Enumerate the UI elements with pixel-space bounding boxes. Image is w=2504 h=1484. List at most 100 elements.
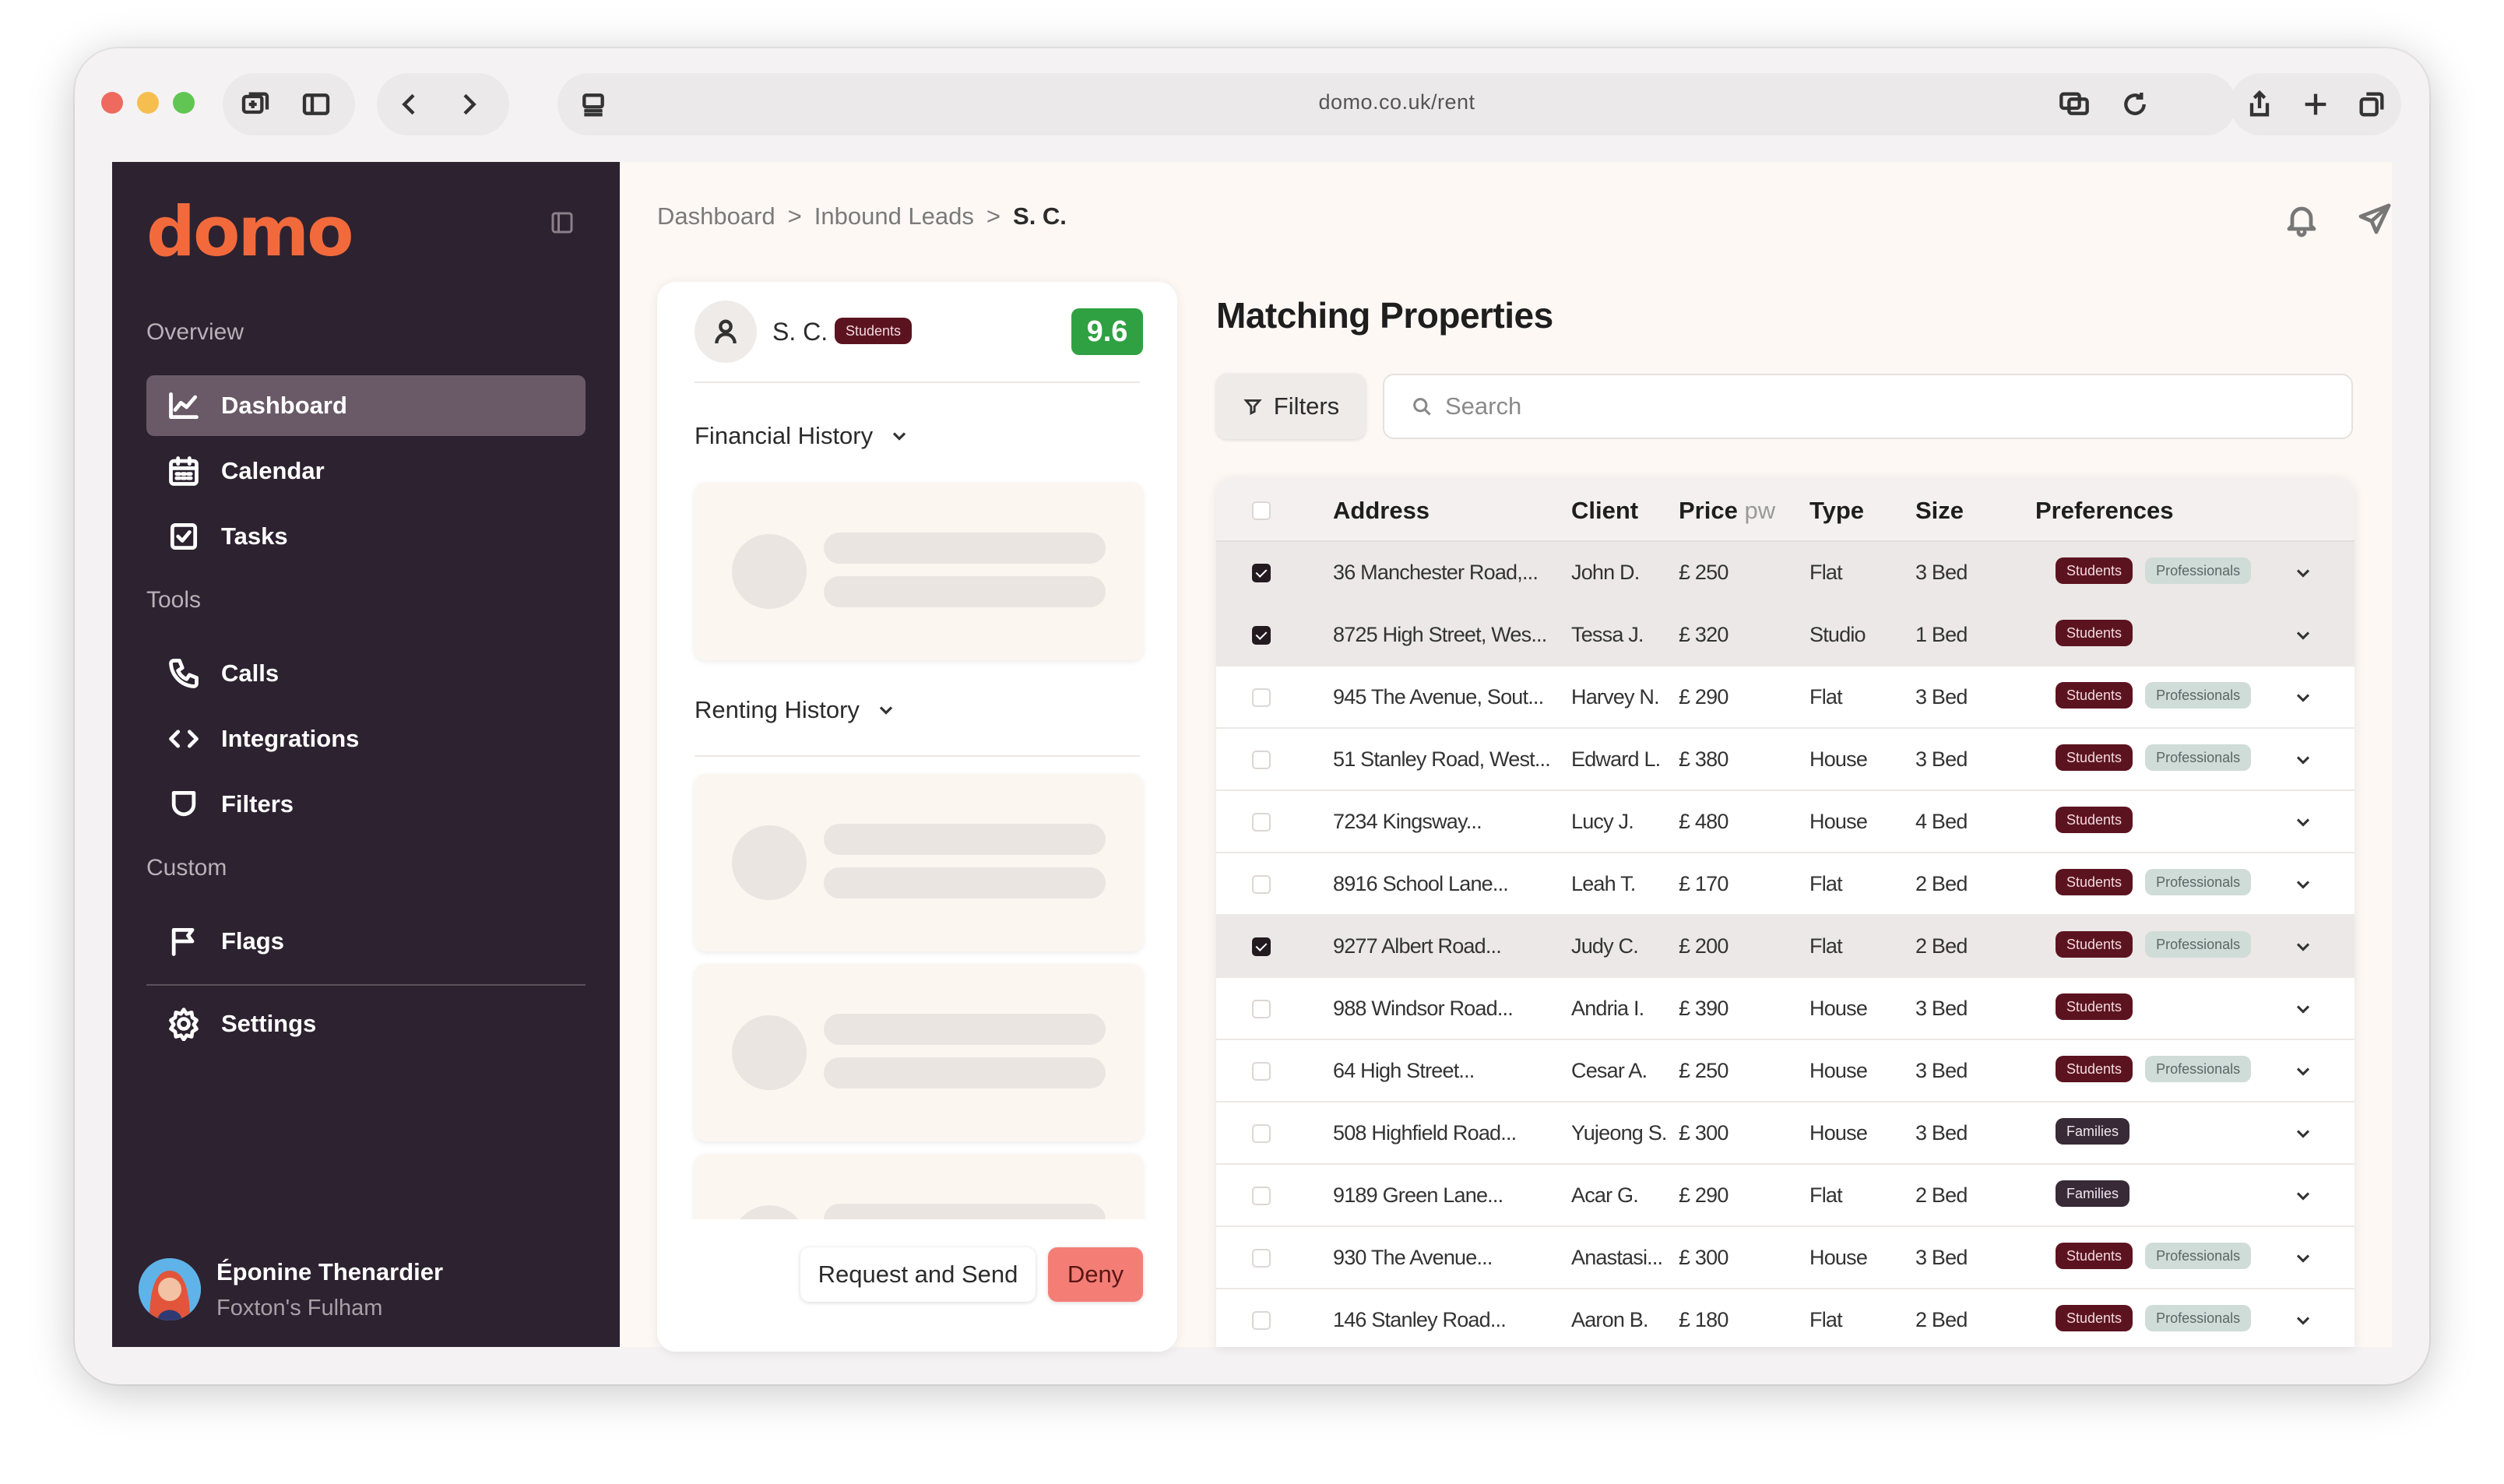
bell-icon[interactable]: [2283, 201, 2320, 238]
chevron-down-icon[interactable]: [2292, 811, 2314, 833]
table-row[interactable]: 9277 Albert Road... Judy C. £ 200 Flat 2 Bed…: [1216, 916, 2355, 978]
table-row[interactable]: 508 Highfield Road... Yujeong S. £ 300 Hous…: [1216, 1102, 2355, 1165]
reload-icon[interactable]: [2110, 79, 2160, 129]
select-all-checkbox[interactable]: [1252, 501, 1271, 520]
chevron-down-icon[interactable]: [2292, 562, 2314, 584]
table-row[interactable]: 8916 School Lane... Leah T. £ 170 Flat 2 Bed…: [1216, 853, 2355, 916]
app: domo Overview Dashboard Calendar Tasks T…: [112, 162, 2393, 1352]
sidebar-item-settings[interactable]: Settings: [146, 993, 586, 1054]
chevron-down-icon[interactable]: [2292, 1060, 2314, 1082]
cell-size: 3 Bed: [1915, 685, 1968, 709]
column-client[interactable]: Client: [1571, 497, 1638, 525]
chevron-down-icon[interactable]: [2292, 749, 2314, 771]
tab-overview-icon[interactable]: [2347, 79, 2397, 129]
table-row[interactable]: 945 The Avenue, Sout... Harvey N. £ 290 Fla…: [1216, 666, 2355, 729]
maximize-window-button[interactable]: [173, 92, 195, 114]
chevron-down-icon[interactable]: [2292, 1247, 2314, 1269]
minimize-window-button[interactable]: [137, 92, 159, 114]
sidebar-item-calls[interactable]: Calls: [146, 643, 586, 704]
renting-history-toggle[interactable]: Renting History: [695, 696, 897, 724]
row-checkbox[interactable]: [1252, 564, 1271, 582]
row-checkbox[interactable]: [1252, 1000, 1271, 1018]
gear-icon: [167, 1007, 201, 1042]
preference-badge-students: Students: [2056, 557, 2133, 584]
chevron-down-icon[interactable]: [2292, 874, 2314, 895]
table-row[interactable]: 8725 High Street, Wes... Tessa J. £ 320 Stu…: [1216, 604, 2355, 666]
cell-size: 4 Bed: [1915, 810, 1968, 833]
chevron-down-icon[interactable]: [2292, 1123, 2314, 1145]
row-checkbox[interactable]: [1252, 1187, 1271, 1205]
send-icon[interactable]: [2356, 201, 2393, 238]
close-window-button[interactable]: [101, 92, 123, 114]
table-row[interactable]: 146 Stanley Road... Aaron B. £ 180 Flat 2 Be…: [1216, 1289, 2355, 1347]
row-checkbox[interactable]: [1252, 1062, 1271, 1081]
request-and-send-button[interactable]: Request and Send: [800, 1247, 1036, 1302]
row-checkbox[interactable]: [1252, 751, 1271, 769]
column-size[interactable]: Size: [1915, 497, 1964, 525]
row-checkbox[interactable]: [1252, 875, 1271, 894]
back-icon[interactable]: [385, 79, 434, 129]
renting-history-label: Renting History: [695, 696, 860, 723]
chevron-down-icon[interactable]: [2292, 624, 2314, 646]
table-row[interactable]: 36 Manchester Road,... John D. £ 250 Flat 3 …: [1216, 542, 2355, 604]
search-input[interactable]: [1445, 392, 2302, 420]
table-row[interactable]: 930 The Avenue... Anastasi... £ 300 House 3 …: [1216, 1227, 2355, 1289]
table-row[interactable]: 9189 Green Lane... Acar G. £ 290 Flat 2 Bed F…: [1216, 1165, 2355, 1227]
translate-icon[interactable]: [2049, 79, 2099, 129]
sidebar-item-calendar[interactable]: Calendar: [146, 441, 586, 501]
sidebar-toggle-icon[interactable]: [548, 209, 576, 237]
table-row[interactable]: 51 Stanley Road, West... Edward L. £ 380 Ho…: [1216, 729, 2355, 791]
row-checkbox[interactable]: [1252, 1124, 1271, 1143]
sidebar: domo Overview Dashboard Calendar Tasks T…: [112, 162, 620, 1347]
cell-price: £ 290: [1679, 1183, 1729, 1207]
address-bar[interactable]: domo.co.uk/rent: [557, 73, 2236, 135]
forward-icon[interactable]: [444, 79, 494, 129]
section-tools: Tools: [146, 587, 202, 613]
sidebar-item-dashboard[interactable]: Dashboard: [146, 375, 586, 436]
sidebar-item-integrations[interactable]: Integrations: [146, 709, 586, 769]
breadcrumb-dashboard[interactable]: Dashboard: [657, 202, 775, 230]
user-profile[interactable]: Éponine Thenardier Foxton's Fulham: [139, 1254, 606, 1324]
cell-client: Andria I.: [1571, 997, 1644, 1020]
share-icon[interactable]: [2235, 79, 2284, 129]
search-icon: [1413, 398, 1431, 416]
chevron-down-icon[interactable]: [2292, 687, 2314, 709]
table-row[interactable]: 988 Windsor Road... Andria I. £ 390 House 3 …: [1216, 978, 2355, 1040]
chevron-down-icon[interactable]: [2292, 998, 2314, 1020]
search-box[interactable]: [1383, 374, 2353, 439]
column-address[interactable]: Address: [1333, 497, 1430, 525]
cell-address: 146 Stanley Road...: [1333, 1308, 1507, 1331]
row-checkbox[interactable]: [1252, 813, 1271, 832]
column-type[interactable]: Type: [1809, 497, 1864, 525]
breadcrumb-inbound-leads[interactable]: Inbound Leads: [814, 202, 974, 230]
column-preferences[interactable]: Preferences: [2035, 497, 2174, 525]
row-checkbox[interactable]: [1252, 1249, 1271, 1268]
table-row[interactable]: 7234 Kingsway... Lucy J. £ 480 House 4 Bed St…: [1216, 791, 2355, 853]
filters-button[interactable]: Filters: [1216, 374, 1366, 439]
cell-address: 9189 Green Lane...: [1333, 1183, 1503, 1207]
preference-badge-students: Students: [2056, 807, 2133, 833]
row-checkbox[interactable]: [1252, 688, 1271, 707]
chevron-down-icon[interactable]: [2292, 1185, 2314, 1207]
cell-size: 3 Bed: [1915, 1121, 1968, 1145]
chevron-down-icon[interactable]: [2292, 1310, 2314, 1331]
sidebar-item-tasks[interactable]: Tasks: [146, 506, 586, 567]
table-row[interactable]: 64 High Street... Cesar A. £ 250 House 3 Bed…: [1216, 1040, 2355, 1102]
row-checkbox[interactable]: [1252, 626, 1271, 645]
preference-badges: Students: [2056, 620, 2133, 646]
deny-button[interactable]: Deny: [1048, 1247, 1143, 1302]
financial-history-toggle[interactable]: Financial History: [695, 422, 910, 450]
chevron-down-icon[interactable]: [2292, 936, 2314, 958]
sidebar-item-label: Calendar: [221, 457, 325, 484]
domo-logo[interactable]: domo: [146, 192, 354, 272]
sidebar-item-filters[interactable]: Filters: [146, 774, 586, 835]
sidebar-item-flags[interactable]: Flags: [146, 911, 586, 972]
new-tab-icon[interactable]: [2291, 79, 2340, 129]
row-checkbox[interactable]: [1252, 1311, 1271, 1330]
preference-badge-students: Students: [2056, 931, 2133, 958]
breadcrumb-separator: >: [986, 202, 1001, 230]
row-checkbox[interactable]: [1252, 937, 1271, 956]
tab-group-icon[interactable]: [230, 79, 280, 129]
sidebar-icon[interactable]: [291, 79, 341, 129]
column-price[interactable]: Price pw: [1679, 497, 1775, 525]
